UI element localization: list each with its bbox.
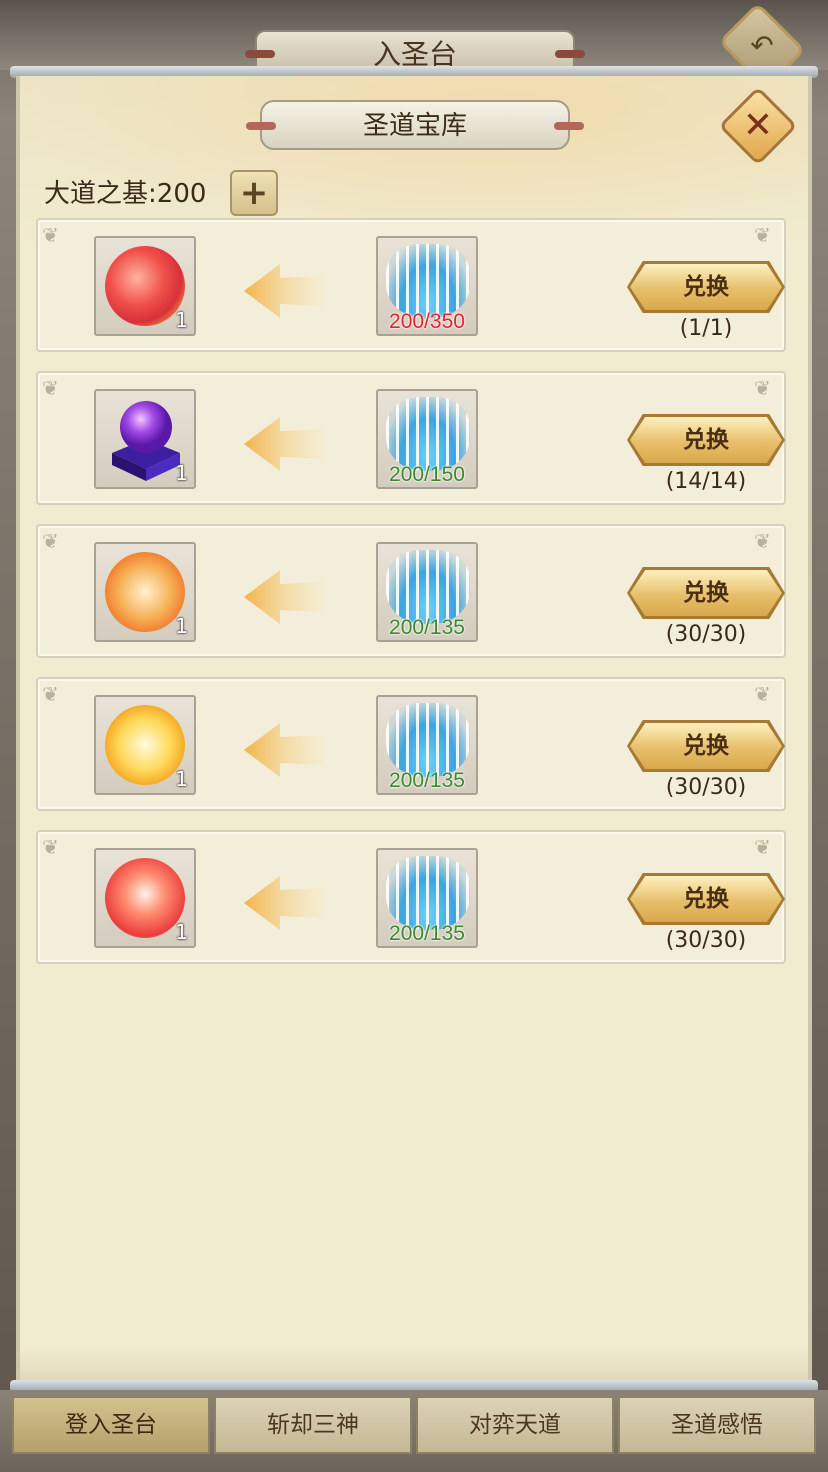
orange-sword-orb-icon — [105, 552, 185, 632]
currency-label: 大道之基 — [44, 179, 149, 209]
spirit-fountain-icon — [386, 856, 470, 930]
reward-quantity: 1 — [175, 920, 188, 944]
exchange-button[interactable]: 兑换 — [630, 723, 782, 769]
red-drop-orb-icon — [105, 858, 185, 938]
exchange-row: ❦ ❦ 1 200/350 兑换 (1/1) — [36, 218, 786, 352]
spirit-fountain-icon — [386, 244, 470, 318]
spirit-fountain-icon — [386, 397, 470, 471]
cloud-ornament-icon: ❦ — [42, 223, 59, 247]
tab-play-heaven[interactable]: 对弈天道 — [416, 1396, 614, 1454]
cost-progress: 200/135 — [389, 616, 465, 639]
exchange-limit: (30/30) — [665, 622, 747, 647]
cost-progress: 200/150 — [389, 463, 465, 486]
currency-value: 200 — [156, 179, 207, 209]
red-flame-orb-icon — [105, 246, 185, 326]
cloud-ornament-icon: ❦ — [754, 682, 771, 706]
reward-item-slot[interactable]: 1 — [94, 236, 196, 336]
cost-item-slot[interactable]: 200/350 — [376, 236, 478, 336]
reward-quantity: 1 — [175, 461, 188, 485]
cost-item-slot[interactable]: 200/150 — [376, 389, 478, 489]
cost-progress: 200/135 — [389, 922, 465, 945]
cloud-ornament-icon: ❦ — [754, 376, 771, 400]
cost-progress: 200/135 — [389, 769, 465, 792]
exchange-row: ❦ ❦ 1 200/150 兑换 (14/14) — [36, 371, 786, 505]
exchange-row: ❦ ❦ 1 200/135 兑换 (30/30) — [36, 524, 786, 658]
cost-progress: 200/350 — [389, 310, 465, 333]
exchange-limit: (14/14) — [665, 469, 747, 494]
exchange-limit: (30/30) — [665, 775, 747, 800]
exchange-arrow-icon — [244, 876, 324, 930]
reward-quantity: 1 — [175, 308, 188, 332]
exchange-row: ❦ ❦ 1 200/135 兑换 (30/30) — [36, 677, 786, 811]
add-currency-button[interactable]: + — [230, 170, 278, 216]
spirit-fountain-icon — [386, 703, 470, 777]
reward-quantity: 1 — [175, 767, 188, 791]
exchange-button[interactable]: 兑换 — [630, 570, 782, 616]
reward-item-slot[interactable]: 1 — [94, 695, 196, 795]
exchange-arrow-icon — [244, 417, 324, 471]
reward-item-slot[interactable]: 1 — [94, 542, 196, 642]
currency-separator: : — [148, 179, 157, 209]
exchange-button[interactable]: 兑换 — [630, 876, 782, 922]
cloud-ornament-icon: ❦ — [754, 529, 771, 553]
currency-display: 大道之基:200 — [44, 176, 206, 212]
exchange-limit: (30/30) — [665, 928, 747, 953]
cloud-ornament-icon: ❦ — [42, 682, 59, 706]
cloud-ornament-icon: ❦ — [754, 223, 771, 247]
exchange-button[interactable]: 兑换 — [630, 264, 782, 310]
reward-item-slot[interactable]: 1 — [94, 389, 196, 489]
reward-quantity: 1 — [175, 614, 188, 638]
cloud-ornament-icon: ❦ — [42, 376, 59, 400]
cost-item-slot[interactable]: 200/135 — [376, 695, 478, 795]
exchange-arrow-icon — [244, 264, 324, 318]
tab-dao-insight[interactable]: 圣道感悟 — [618, 1396, 816, 1454]
tab-slay-three-gods[interactable]: 斩却三神 — [214, 1396, 412, 1454]
exchange-arrow-icon — [244, 570, 324, 624]
cost-item-slot[interactable]: 200/135 — [376, 542, 478, 642]
back-arrow-icon: ↶ — [750, 29, 774, 62]
cloud-ornament-icon: ❦ — [754, 835, 771, 859]
cloud-ornament-icon: ❦ — [42, 835, 59, 859]
close-icon: ✕ — [742, 105, 774, 146]
tab-enter-platform[interactable]: 登入圣台 — [12, 1396, 210, 1454]
exchange-limit: (1/1) — [679, 316, 733, 341]
reward-item-slot[interactable]: 1 — [94, 848, 196, 948]
exchange-arrow-icon — [244, 723, 324, 777]
popup-title: 圣道宝库 — [246, 100, 584, 150]
exchange-row: ❦ ❦ 1 200/135 兑换 (30/30) — [36, 830, 786, 964]
spirit-fountain-icon — [386, 550, 470, 624]
yellow-shield-orb-icon — [105, 705, 185, 785]
cloud-ornament-icon: ❦ — [42, 529, 59, 553]
cost-item-slot[interactable]: 200/135 — [376, 848, 478, 948]
exchange-button[interactable]: 兑换 — [630, 417, 782, 463]
